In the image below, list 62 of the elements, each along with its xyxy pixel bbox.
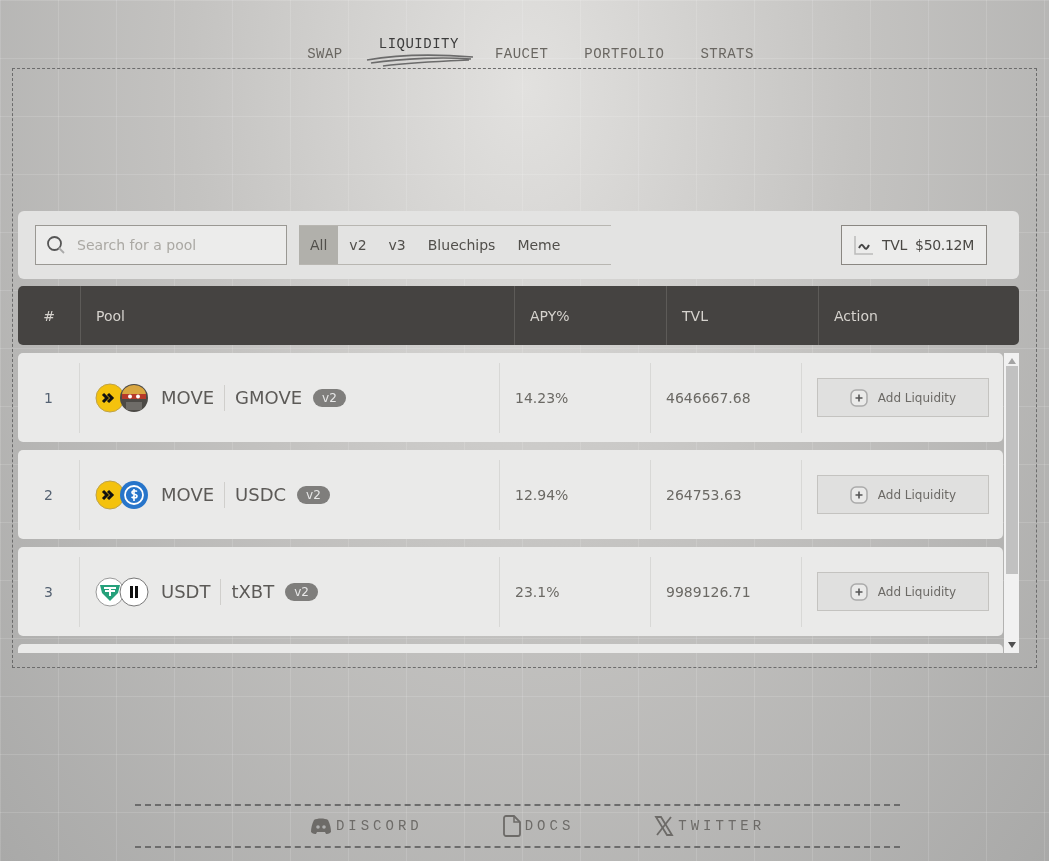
x-logo-icon — [654, 816, 675, 836]
filter-tab[interactable]: Meme — [506, 226, 572, 264]
apy-value: 14.23% — [515, 389, 569, 406]
tvl-value: 264753.63 — [666, 486, 742, 503]
search-field[interactable]: Search for a pool — [35, 225, 287, 265]
token-symbol: GMOVE — [234, 387, 304, 408]
apy-value: 23.1% — [515, 583, 560, 600]
search-input[interactable]: Search for a pool — [75, 236, 269, 254]
version-badge: v2 — [285, 582, 318, 601]
column-header: Action — [818, 286, 1019, 345]
column-header: TVL — [666, 286, 818, 345]
scrollbar-thumb[interactable] — [1005, 366, 1018, 574]
footer-link-label: DOCS — [524, 818, 575, 834]
version-badge: v2 — [297, 485, 330, 504]
discord-icon — [309, 817, 332, 835]
character-coin-icon — [119, 382, 149, 413]
dollar-coin-icon — [119, 479, 149, 510]
add-liquidity-button[interactable]: Add Liquidity — [817, 475, 989, 514]
footer-link[interactable]: DISCORD — [309, 817, 423, 835]
plus-icon — [849, 485, 868, 504]
plus-icon — [849, 582, 868, 601]
column-header: APY% — [514, 286, 666, 345]
token-symbol: tXBT — [230, 581, 276, 602]
filter-tab[interactable]: All — [299, 226, 339, 264]
footer-link[interactable]: TWITTER — [654, 816, 766, 836]
nav-tab[interactable]: FAUCET — [486, 46, 557, 62]
nav-tab[interactable]: SWAP — [299, 46, 351, 62]
tvl-value: $50.12M — [915, 237, 974, 253]
row-number: 1 — [44, 389, 53, 406]
column-header: # — [42, 306, 56, 326]
apy-value: 12.94% — [515, 486, 569, 503]
row-number: 2 — [44, 486, 53, 503]
token-symbol: MOVE — [161, 387, 216, 408]
search-icon — [46, 235, 66, 255]
tvl-value: 4646667.68 — [666, 389, 751, 406]
token-symbol: MOVE — [161, 484, 216, 505]
scroll-up-icon — [1007, 358, 1016, 364]
footer-link-label: DISCORD — [335, 818, 423, 834]
tvl-label: TVL — [882, 237, 908, 253]
add-liquidity-button[interactable]: Add Liquidity — [817, 378, 989, 417]
nav-tab[interactable]: LIQUIDITY — [370, 36, 467, 52]
scroll-down-icon — [1007, 642, 1016, 648]
version-badge: v2 — [313, 388, 346, 407]
row-number: 3 — [44, 583, 53, 600]
chart-icon — [854, 235, 874, 255]
tvl-value: 9989126.71 — [666, 583, 751, 600]
nav-tab[interactable]: STRATS — [692, 46, 762, 62]
pause-coin-icon — [119, 576, 149, 607]
plus-icon — [849, 388, 868, 407]
footer-link[interactable]: DOCS — [502, 815, 575, 837]
filter-tab[interactable]: v2 — [338, 226, 378, 264]
token-symbol: USDT — [161, 581, 212, 602]
filter-tab[interactable]: v3 — [377, 226, 417, 264]
coin-icon — [95, 479, 125, 510]
add-liquidity-button[interactable]: Add Liquidity — [817, 572, 989, 611]
token-symbol: USDC — [234, 484, 288, 505]
column-header: Pool — [80, 286, 514, 345]
nav-tab[interactable]: PORTFOLIO — [576, 46, 673, 62]
footer-link-label: TWITTER — [678, 818, 766, 834]
document-icon — [502, 815, 521, 837]
scrollbar[interactable] — [1004, 353, 1019, 653]
filter-tab[interactable]: Bluechips — [416, 226, 507, 264]
